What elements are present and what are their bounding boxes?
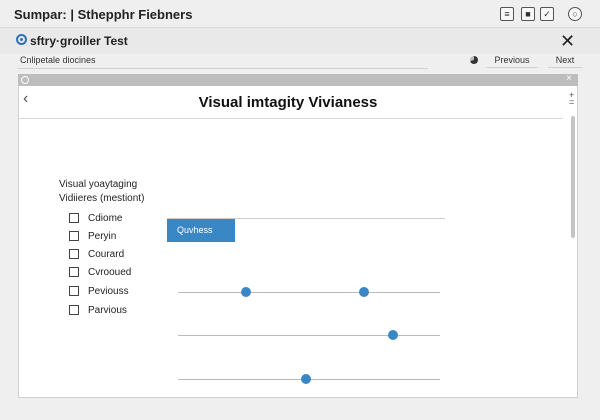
checkbox-label: Parvious — [88, 304, 127, 316]
nav-row: Cnlipetale diocines Previous Next — [0, 54, 600, 70]
checkbox[interactable] — [69, 231, 79, 241]
page-title: Visual imtagity Vivianess — [198, 94, 378, 111]
checkbox-option[interactable]: Peryin — [69, 229, 116, 243]
panel-menu-icon[interactable]: + = — [569, 91, 574, 107]
app-title: sftry·groiller Test — [30, 34, 128, 48]
primary-action-button[interactable]: Quvhess — [167, 219, 235, 242]
slider-track — [178, 292, 440, 293]
list-view-icon[interactable]: ≡ — [500, 7, 514, 21]
previous-button[interactable]: Previous — [486, 55, 538, 68]
filters-title: Visual yoaytaging — [59, 179, 138, 190]
checkbox-label: Cvrooued — [88, 266, 132, 278]
window-titlebar: Sumpar: | Sthepphr Fiebners ≡ ■ ✓ ○ — [0, 0, 600, 28]
next-button[interactable]: Next — [548, 55, 582, 68]
filters-subtitle: Vidiieres (mestiont) — [59, 193, 145, 204]
checkbox-option[interactable]: Parvious — [69, 303, 127, 317]
vertical-scrollbar[interactable] — [571, 116, 575, 238]
content-panel: ‹ Visual imtagity Vivianess + = Visual yo… — [18, 86, 578, 398]
panel-status-icon — [21, 76, 29, 84]
slider-thumb[interactable] — [241, 287, 252, 297]
checkbox-label: Cdiome — [88, 212, 123, 224]
panel-close-icon[interactable]: × — [566, 73, 572, 84]
slider-thumb[interactable] — [301, 374, 312, 384]
checkbox-label: Peryin — [88, 230, 117, 242]
checkbox[interactable] — [69, 267, 79, 277]
app-bar: sftry·groiller Test ✕ — [0, 28, 600, 54]
stop-icon[interactable]: ■ — [521, 7, 535, 21]
checkbox-option[interactable]: Cvrooued — [69, 265, 131, 279]
slider-track — [178, 335, 440, 336]
breadcrumb-underline — [18, 68, 428, 69]
value-slider[interactable] — [178, 329, 440, 341]
checkbox[interactable] — [69, 286, 79, 296]
checkbox-label: Peviouss — [88, 285, 129, 297]
value-slider[interactable] — [178, 373, 440, 385]
slider-thumb[interactable] — [359, 287, 370, 297]
checkbox-option[interactable]: Peviouss — [69, 284, 129, 298]
slider-thumb[interactable] — [387, 330, 398, 340]
range-slider[interactable] — [178, 286, 440, 298]
checkbox[interactable] — [69, 213, 79, 223]
window-title: Sumpar: | Sthepphr Fiebners — [14, 7, 193, 22]
checkbox-label: Courard — [88, 248, 125, 260]
checkbox[interactable] — [69, 249, 79, 259]
breadcrumb[interactable]: Cnlipetale diocines — [20, 55, 96, 65]
checkbox-option[interactable]: Courard — [69, 247, 124, 261]
checkbox[interactable] — [69, 305, 79, 315]
check-icon[interactable]: ✓ — [540, 7, 554, 21]
header-divider — [19, 118, 563, 119]
app-logo-icon — [16, 34, 27, 45]
loading-icon — [470, 56, 478, 64]
checkbox-option[interactable]: Cdiome — [69, 211, 122, 225]
close-icon[interactable]: ✕ — [560, 31, 575, 52]
panel-header-strip: × — [18, 73, 578, 86]
settings-icon[interactable]: ○ — [568, 7, 582, 21]
